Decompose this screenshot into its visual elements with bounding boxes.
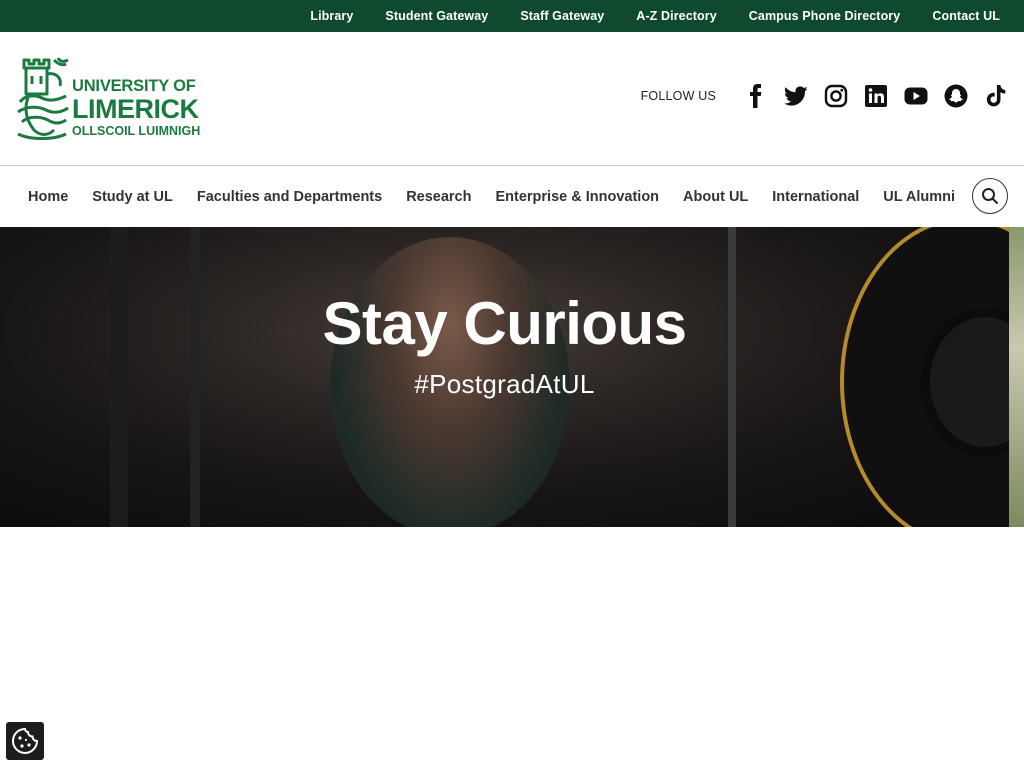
castle-crest-icon bbox=[17, 57, 69, 140]
nav-item-international[interactable]: International bbox=[772, 189, 859, 205]
follow-us-label: FOLLOW US bbox=[640, 89, 716, 103]
cookie-settings-button[interactable] bbox=[6, 722, 44, 760]
social-follow: FOLLOW US bbox=[641, 80, 1008, 112]
hero-next-slide-edge bbox=[1009, 227, 1024, 527]
instagram-icon[interactable] bbox=[824, 84, 848, 108]
university-logo[interactable]: UNIVERSITY OF LIMERICK OLLSCOIL LUIMNIGH bbox=[14, 54, 214, 146]
nav-item-about-ul[interactable]: About UL bbox=[683, 189, 748, 205]
main-navigation: Home Study at UL Faculties and Departmen… bbox=[0, 166, 1024, 227]
tiktok-icon[interactable] bbox=[984, 84, 1008, 108]
search-icon bbox=[982, 188, 998, 204]
snapchat-icon[interactable] bbox=[944, 84, 968, 108]
logo-line-university-of: UNIVERSITY OF bbox=[72, 77, 196, 95]
utility-bar: Library Student Gateway Staff Gateway A-… bbox=[0, 0, 1024, 32]
utility-link-campus-phone-directory[interactable]: Campus Phone Directory bbox=[749, 9, 901, 23]
nav-item-home[interactable]: Home bbox=[28, 189, 68, 205]
linkedin-icon[interactable] bbox=[864, 84, 888, 108]
logo-line-limerick: LIMERICK bbox=[72, 93, 199, 124]
cookie-icon bbox=[11, 727, 39, 755]
search-button[interactable] bbox=[972, 178, 1008, 214]
facebook-icon[interactable] bbox=[744, 84, 768, 108]
twitter-icon[interactable] bbox=[784, 84, 808, 108]
nav-item-ul-alumni[interactable]: UL Alumni bbox=[883, 189, 955, 205]
youtube-icon[interactable] bbox=[904, 84, 928, 108]
nav-item-research[interactable]: Research bbox=[406, 189, 471, 205]
utility-link-library[interactable]: Library bbox=[310, 9, 353, 23]
hero-subtitle: #PostgradAtUL bbox=[414, 369, 595, 399]
utility-link-az-directory[interactable]: A-Z Directory bbox=[636, 9, 716, 23]
hero-banner: Stay Curious #PostgradAtUL bbox=[0, 227, 1009, 527]
utility-link-student-gateway[interactable]: Student Gateway bbox=[385, 9, 488, 23]
nav-item-faculties-and-departments[interactable]: Faculties and Departments bbox=[197, 189, 382, 205]
nav-item-study-at-ul[interactable]: Study at UL bbox=[92, 189, 173, 205]
utility-link-contact-ul[interactable]: Contact UL bbox=[932, 9, 1000, 23]
nav-item-enterprise-innovation[interactable]: Enterprise & Innovation bbox=[495, 189, 659, 205]
utility-link-staff-gateway[interactable]: Staff Gateway bbox=[520, 9, 604, 23]
site-header: UNIVERSITY OF LIMERICK OLLSCOIL LUIMNIGH… bbox=[0, 32, 1024, 166]
logo-line-ollscoil: OLLSCOIL LUIMNIGH bbox=[72, 123, 201, 138]
hero-title: Stay Curious bbox=[322, 290, 687, 357]
